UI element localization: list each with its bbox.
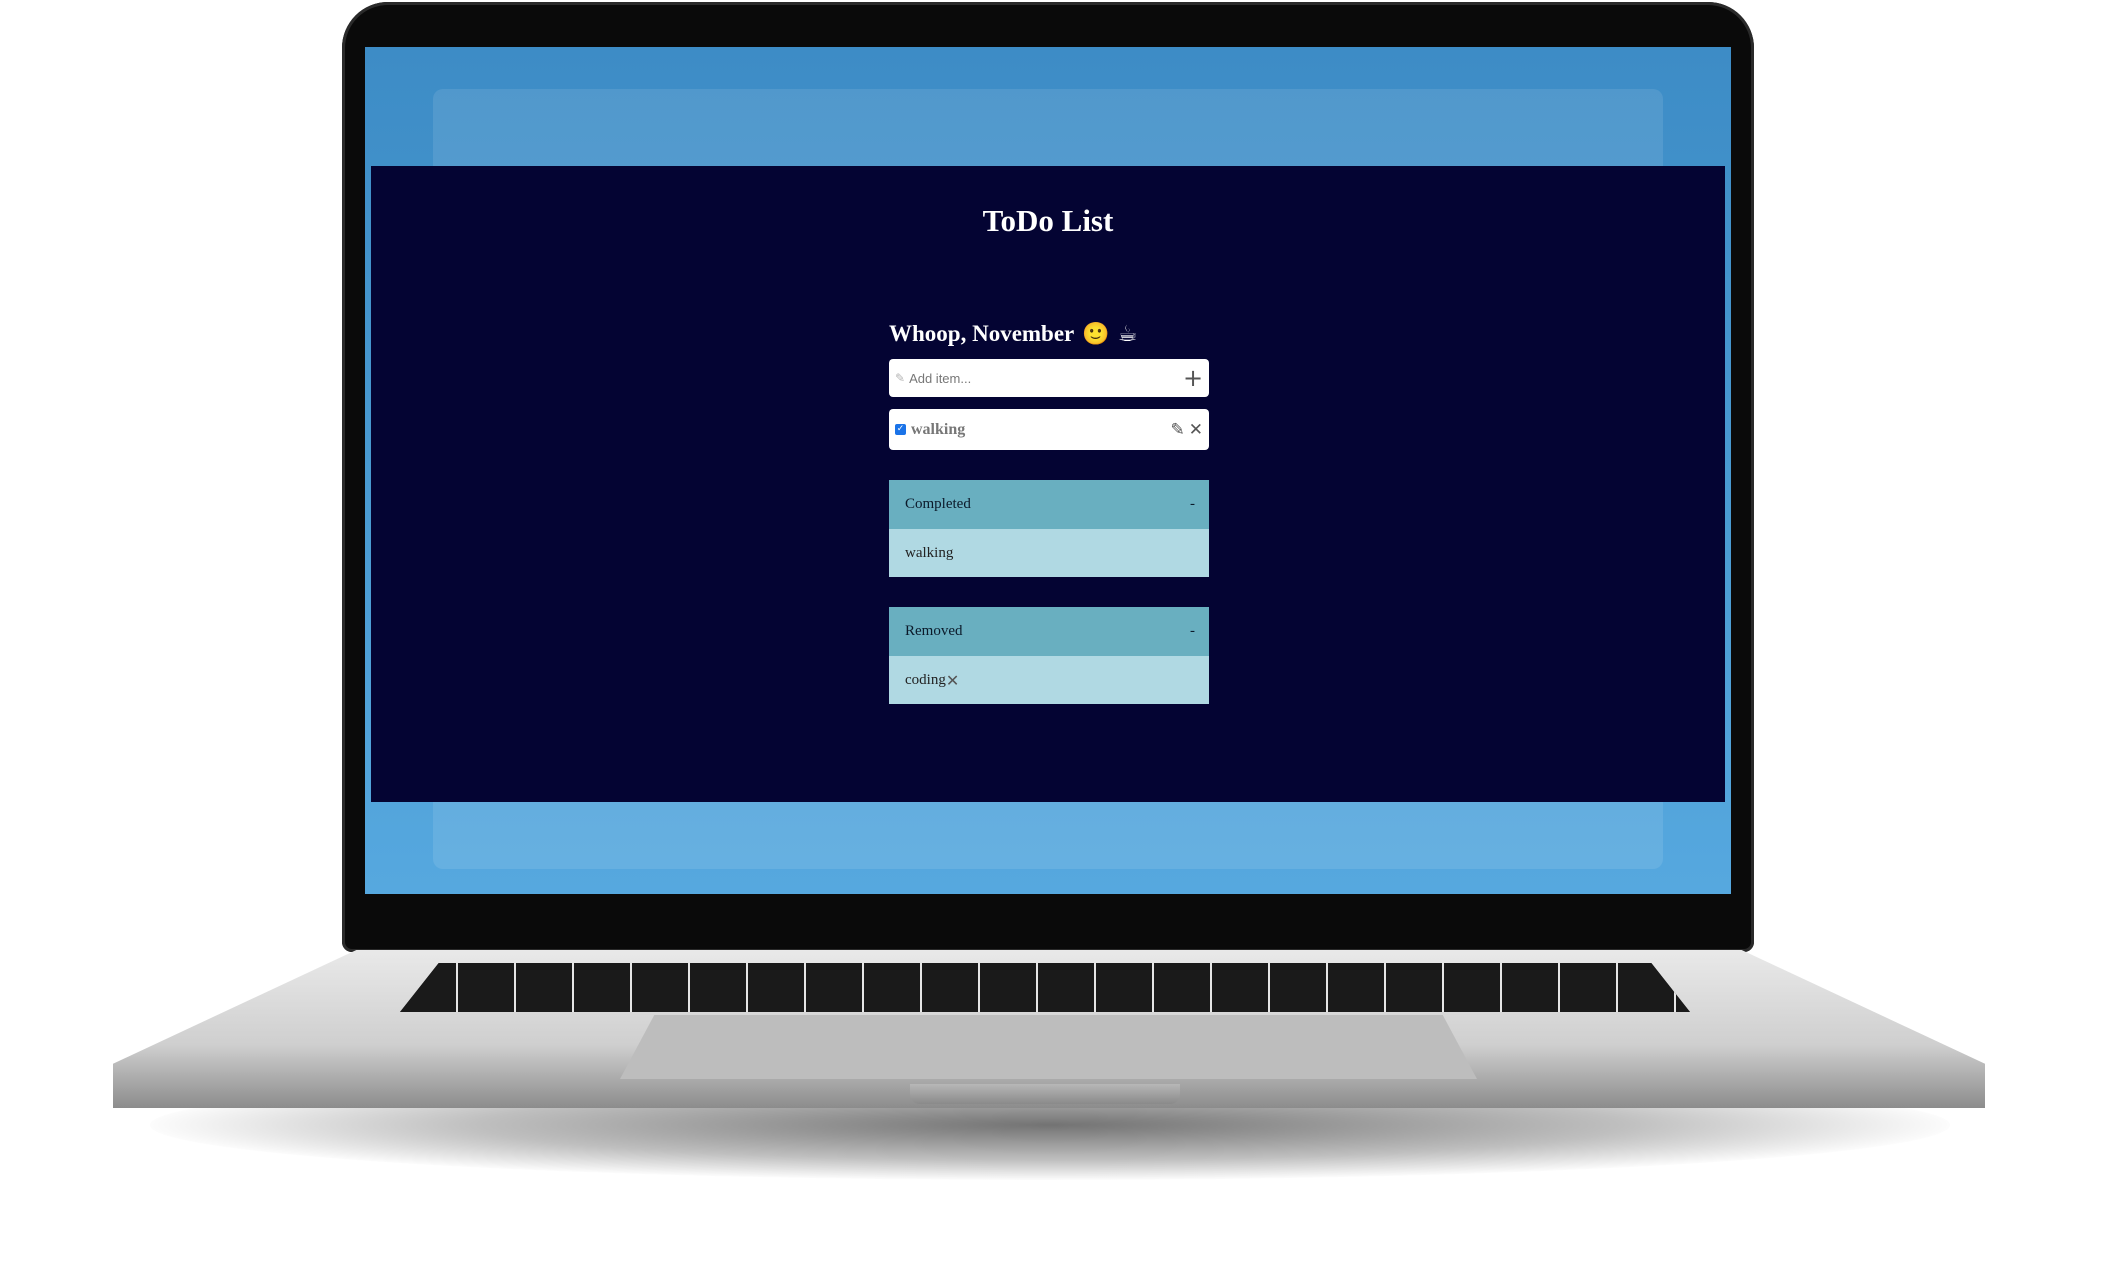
laptop-front-notch xyxy=(910,1084,1180,1104)
add-item-plus-icon[interactable]: + xyxy=(1183,364,1203,392)
completed-section: Completed - walking xyxy=(889,480,1209,577)
removed-item: coding ✕ xyxy=(889,656,1209,704)
laptop-trackpad xyxy=(620,1015,1477,1079)
close-icon[interactable]: ✕ xyxy=(946,671,959,690)
laptop-keyboard xyxy=(400,963,1690,1012)
completed-item: walking xyxy=(889,529,1209,577)
greeting-text: Whoop, November xyxy=(889,321,1075,346)
completed-item-label: walking xyxy=(905,544,954,561)
todo-panel: Whoop, November 🙂 ☕ ✎ + ✓ walking ✎ ✕ Co… xyxy=(889,319,1209,704)
removed-section: Removed - coding ✕ xyxy=(889,607,1209,704)
pencil-icon: ✎ xyxy=(895,371,906,385)
add-item-bar: ✎ + xyxy=(889,359,1209,397)
add-item-input[interactable] xyxy=(905,370,1183,386)
page-title: ToDo List xyxy=(982,203,1114,238)
removed-item-label: coding xyxy=(905,671,946,688)
removed-collapse-toggle[interactable]: - xyxy=(1190,623,1195,640)
laptop-screen: ToDo List Whoop, November 🙂 ☕ ✎ + ✓ walk… xyxy=(365,47,1731,894)
removed-section-header[interactable]: Removed - xyxy=(889,607,1209,656)
smiling-face-icon: 🙂 xyxy=(1082,321,1110,347)
todo-app: ToDo List Whoop, November 🙂 ☕ ✎ + ✓ walk… xyxy=(371,166,1725,802)
edit-icon[interactable]: ✎ xyxy=(1171,420,1185,440)
todo-item-checkbox[interactable]: ✓ xyxy=(895,424,906,435)
todo-item-label: walking xyxy=(911,420,966,438)
todo-item: ✓ walking ✎ ✕ xyxy=(889,409,1209,450)
completed-collapse-toggle[interactable]: - xyxy=(1190,496,1195,513)
greeting-heading: Whoop, November 🙂 ☕ xyxy=(889,319,1209,349)
close-icon[interactable]: ✕ xyxy=(1189,420,1203,440)
removed-section-title: Removed xyxy=(905,623,963,639)
hot-beverage-icon: ☕ xyxy=(1117,321,1138,347)
completed-section-title: Completed xyxy=(905,496,971,512)
completed-section-header[interactable]: Completed - xyxy=(889,480,1209,529)
